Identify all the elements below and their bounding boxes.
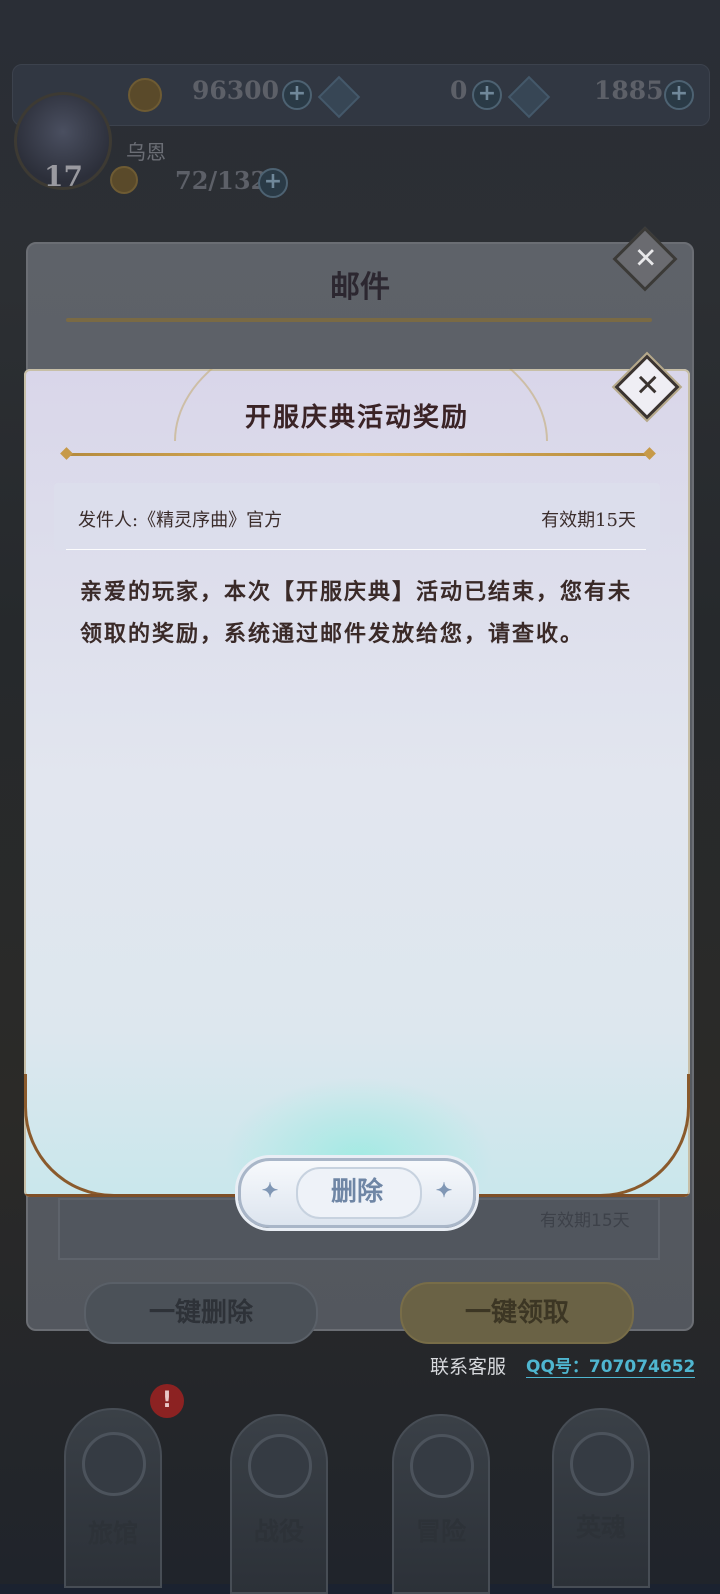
mail-detail-dialog: 开服庆典活动奖励 发件人:《精灵序曲》官方 有效期15天 亲爱的玩家，本次【开服…: [24, 369, 690, 1197]
inn-icon: [82, 1432, 146, 1496]
gold-amount: 96300: [192, 76, 279, 105]
nav-tab-heroes[interactable]: 英魂: [552, 1408, 650, 1588]
close-icon: ✕: [635, 368, 661, 404]
mail-body: 亲爱的玩家，本次【开服庆典】活动已结束，您有未领取的奖励，系统通过邮件发放给您，…: [80, 579, 633, 647]
close-icon: ✕: [633, 241, 658, 275]
delete-all-button[interactable]: 一键删除: [84, 1282, 318, 1344]
nav-label-campaign: 战役: [253, 1517, 304, 1546]
stamina-value: 72/132: [175, 166, 268, 195]
adventure-icon: [410, 1434, 474, 1498]
mail-item-expiry: 有效期15天: [540, 1211, 630, 1231]
mail-title-rule: [66, 318, 652, 322]
delete-button[interactable]: ✦ ✦ 删除: [238, 1158, 476, 1228]
heroes-icon: [570, 1432, 634, 1496]
mail-sender: 发件人:《精灵序曲》官方: [78, 510, 283, 531]
nav-tab-campaign[interactable]: 战役: [230, 1414, 328, 1594]
nav-tab-adventure[interactable]: 冒险: [392, 1414, 490, 1594]
gems-amount: 1885: [594, 76, 664, 105]
support-label: 联系客服: [430, 1356, 507, 1378]
sparkle-icon: ✦: [261, 1178, 279, 1202]
nav-tab-inn[interactable]: 旅馆: [64, 1408, 162, 1588]
mail-title: 开服庆典活动奖励: [244, 403, 469, 433]
campaign-icon: [248, 1434, 312, 1498]
title-divider: [68, 453, 648, 456]
nav-label-heroes: 英魂: [575, 1513, 626, 1542]
delete-button-label: 删除: [330, 1177, 383, 1207]
stamina-icon: [110, 166, 138, 194]
nav-label-inn: 旅馆: [87, 1519, 138, 1548]
add-gold-button[interactable]: +: [282, 80, 312, 110]
notification-badge: !: [150, 1384, 184, 1418]
support-qq-link[interactable]: QQ号：707074652: [526, 1352, 696, 1378]
claim-all-button[interactable]: 一键领取: [400, 1282, 634, 1344]
add-gems-button[interactable]: +: [664, 80, 694, 110]
mail-panel-title: 邮件: [330, 270, 390, 305]
player-name: 乌恩: [126, 140, 166, 164]
add-currency2-button[interactable]: +: [472, 80, 502, 110]
meta-divider: [66, 549, 646, 550]
player-level: 17: [44, 160, 83, 193]
mail-expiry: 有效期15天: [541, 510, 636, 531]
add-stamina-button[interactable]: +: [258, 168, 288, 198]
nav-label-adventure: 冒险: [415, 1517, 466, 1546]
currency2-amount: 0: [450, 76, 468, 105]
coin-icon: [128, 78, 162, 112]
sparkle-icon: ✦: [435, 1178, 453, 1202]
